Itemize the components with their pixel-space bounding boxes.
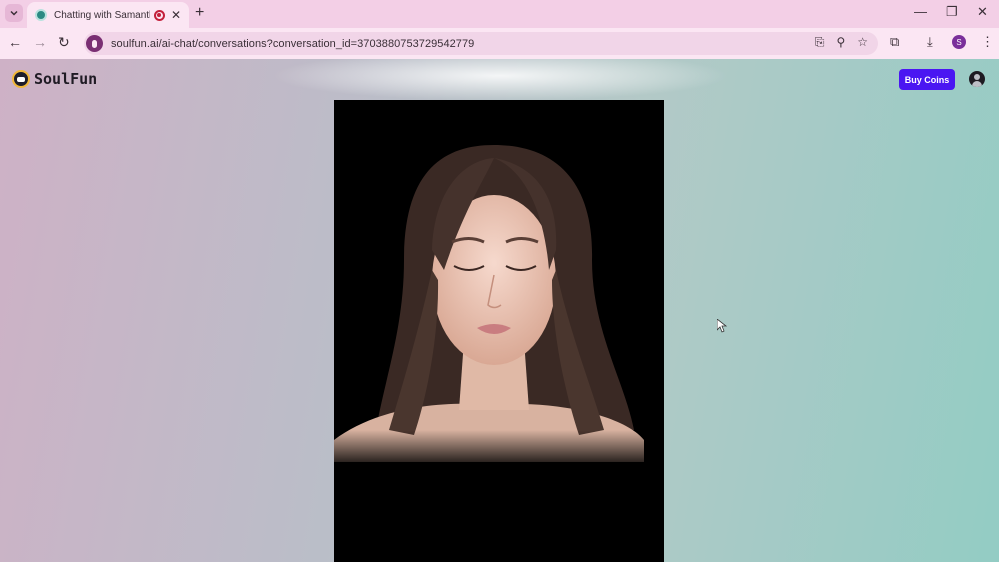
- zoom-icon[interactable]: ⚲: [836, 35, 845, 50]
- tab-strip: Chatting with Samantha, yo ✕ + — ❐ ✕: [0, 0, 999, 28]
- logo-text: SoulFun: [34, 70, 98, 88]
- star-icon[interactable]: ☆: [857, 35, 868, 50]
- soulfun-favicon-icon: [35, 9, 47, 21]
- window-close-icon[interactable]: ✕: [977, 4, 988, 20]
- close-icon[interactable]: ✕: [171, 8, 181, 22]
- header-glow: [270, 59, 730, 101]
- new-tab-button[interactable]: +: [195, 4, 204, 22]
- browser-toolbar: ← → ↻ soulfun.ai/ai-chat/conversations?c…: [0, 28, 999, 59]
- character-portrait: [334, 145, 664, 562]
- menu-icon[interactable]: ⋮: [981, 34, 994, 50]
- address-bar[interactable]: soulfun.ai/ai-chat/conversations?convers…: [84, 32, 878, 55]
- mouse-cursor-icon: [717, 319, 727, 333]
- extensions-icon[interactable]: ⧉: [890, 34, 899, 50]
- record-icon: [153, 9, 165, 21]
- restore-icon[interactable]: ❐: [946, 4, 958, 20]
- buy-coins-button[interactable]: Buy Coins: [899, 69, 955, 90]
- profile-avatar[interactable]: S: [952, 35, 966, 49]
- mic-icon[interactable]: [86, 35, 103, 52]
- forward-icon[interactable]: →: [33, 34, 47, 50]
- install-icon[interactable]: ⎘: [815, 35, 825, 50]
- active-tab[interactable]: Chatting with Samantha, yo ✕: [27, 2, 189, 28]
- soulfun-logo[interactable]: SoulFun: [12, 70, 97, 88]
- reload-icon[interactable]: ↻: [58, 34, 70, 51]
- tab-title: Chatting with Samantha, yo: [54, 9, 150, 21]
- url-text[interactable]: soulfun.ai/ai-chat/conversations?convers…: [111, 38, 474, 50]
- page-content: SoulFun Buy Coins: [0, 59, 999, 562]
- download-icon[interactable]: ⤓: [927, 34, 933, 50]
- tab-search-icon[interactable]: [5, 4, 23, 22]
- account-icon[interactable]: [969, 71, 985, 87]
- character-video[interactable]: [334, 100, 664, 562]
- logo-icon: [12, 70, 30, 88]
- minimize-icon[interactable]: —: [914, 4, 927, 19]
- back-icon[interactable]: ←: [8, 34, 22, 50]
